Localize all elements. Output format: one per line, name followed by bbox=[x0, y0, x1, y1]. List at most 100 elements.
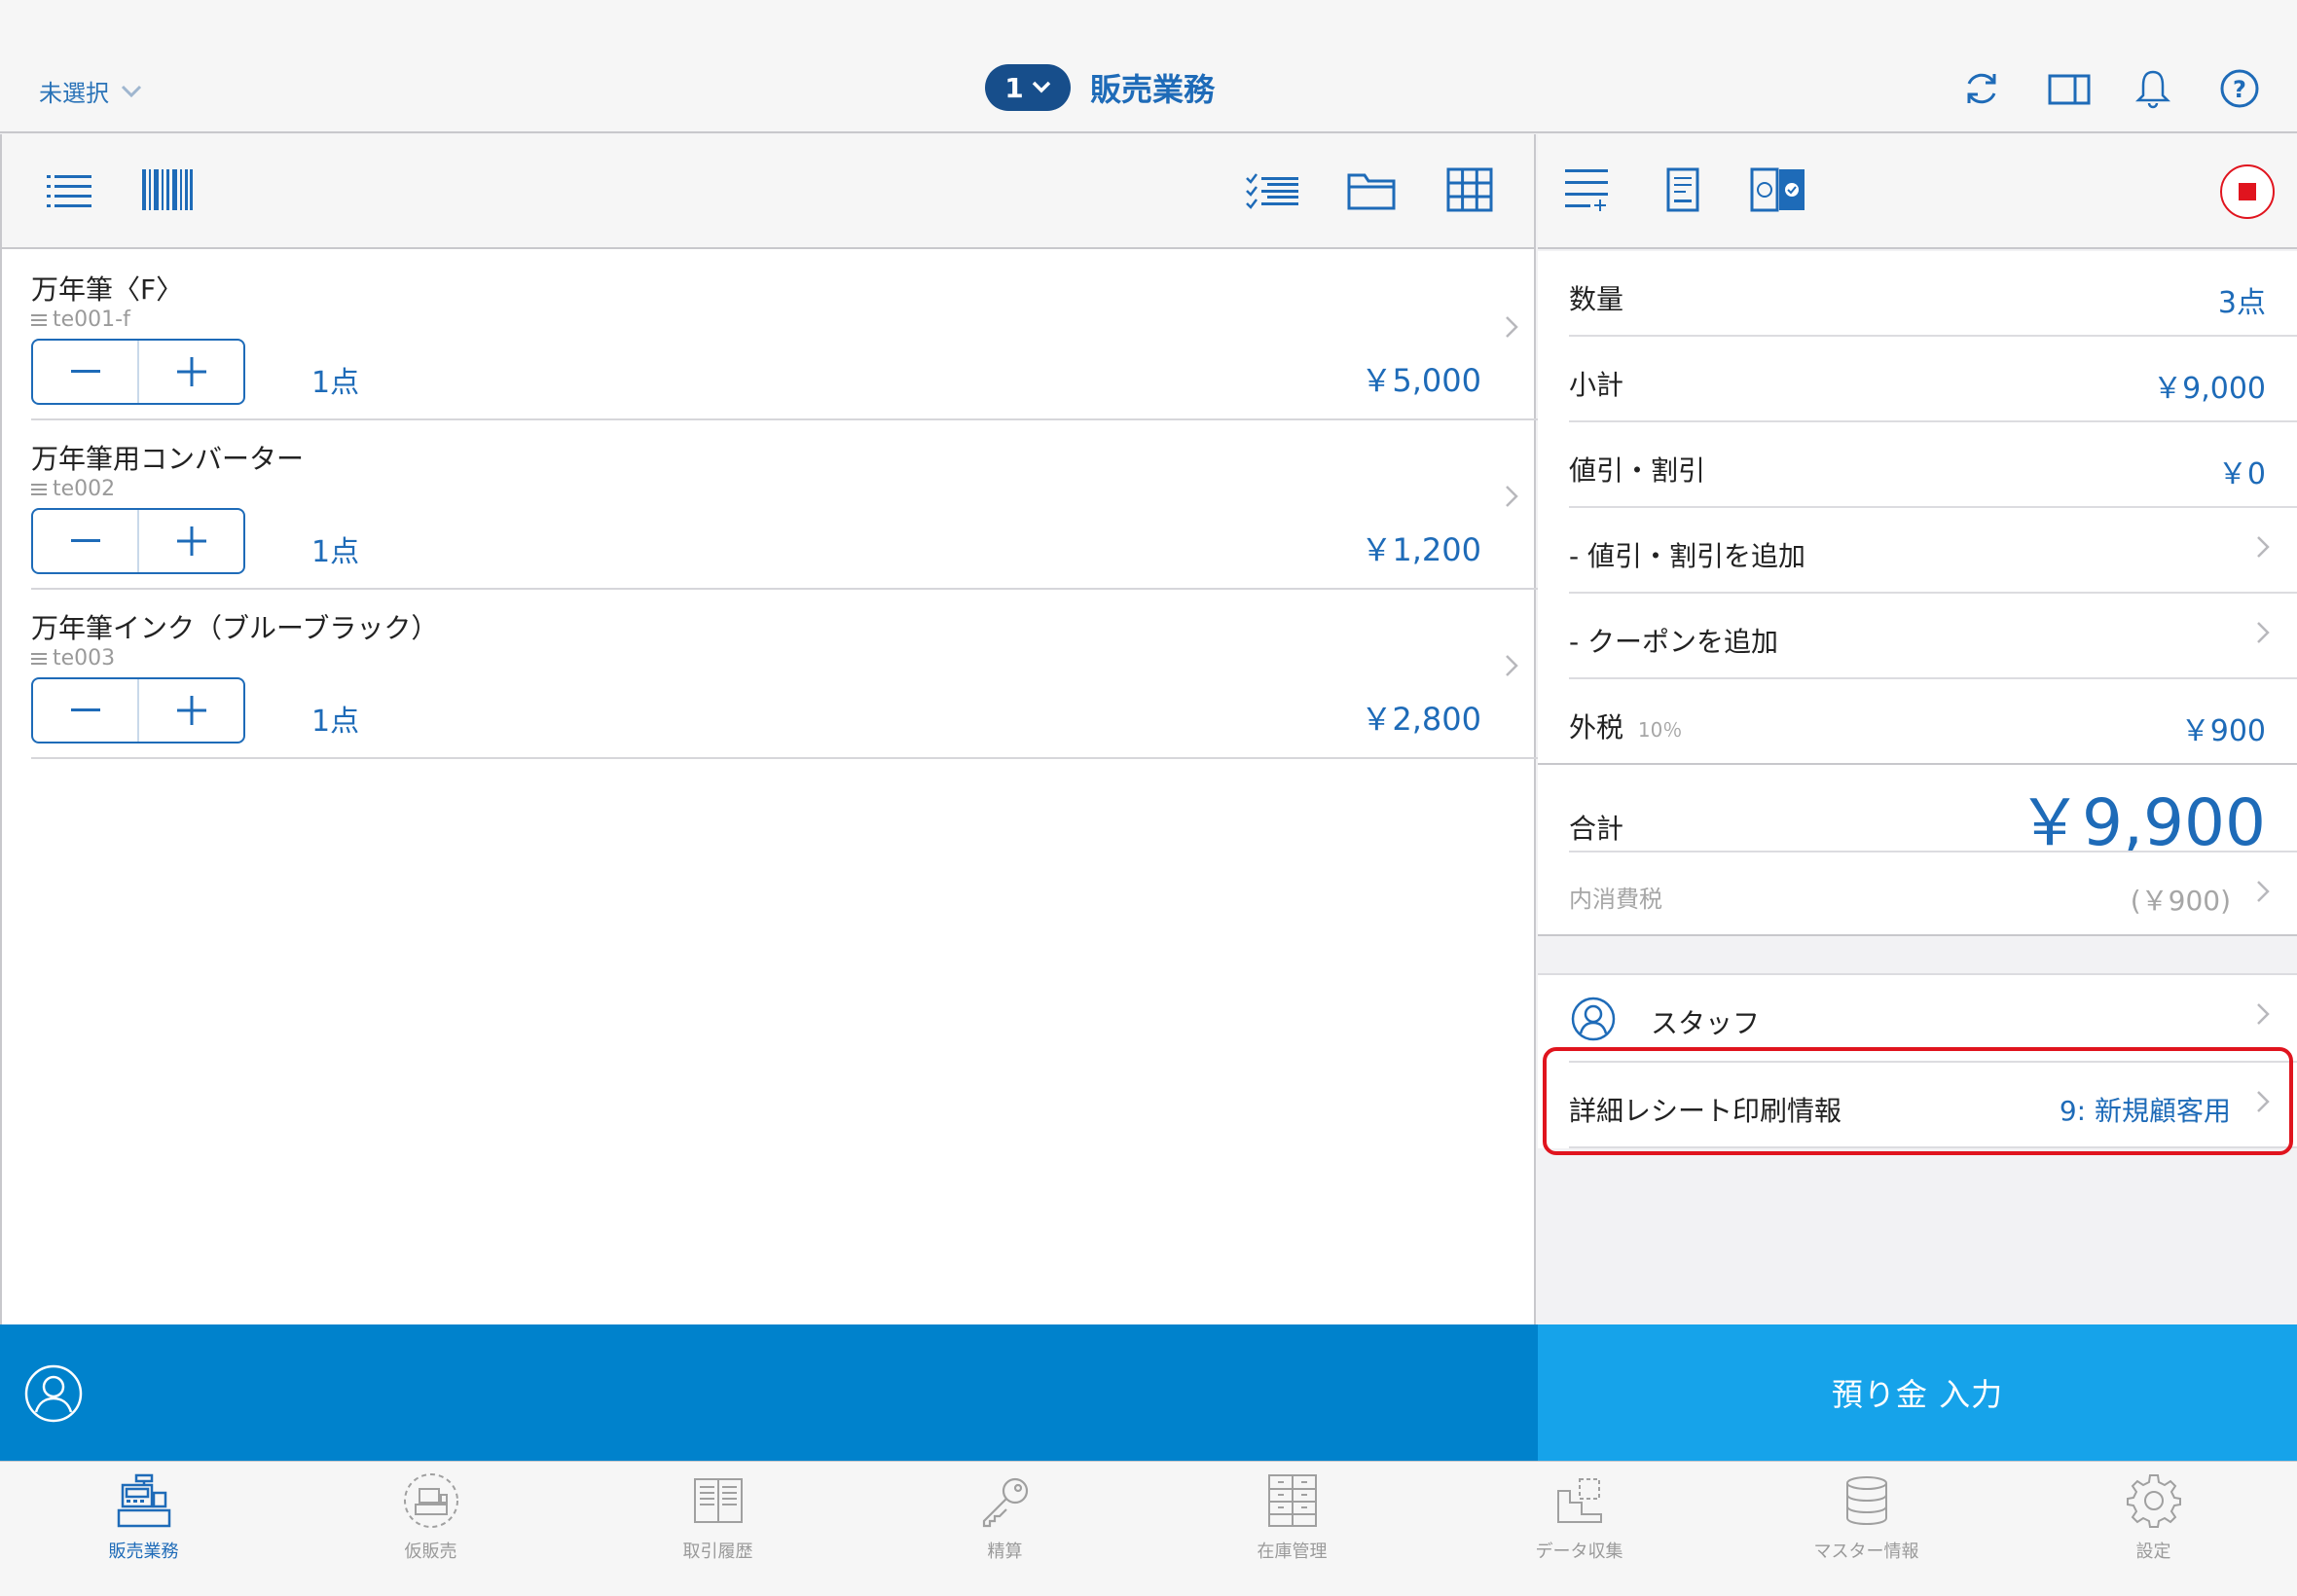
chevron-right-icon bbox=[1505, 654, 1518, 677]
plus-icon bbox=[176, 696, 206, 725]
receipt-edit-icon[interactable] bbox=[1664, 167, 1701, 212]
item-price: ￥5,000 bbox=[1361, 362, 1481, 399]
item-code: te002 bbox=[31, 477, 115, 501]
bell-icon[interactable] bbox=[2133, 68, 2172, 109]
grid-view-icon[interactable] bbox=[1446, 167, 1493, 212]
increment-button[interactable] bbox=[139, 341, 243, 403]
tax-rate: 10％ bbox=[1637, 718, 1683, 742]
top-bar: 未選択 1 販売業務 ? bbox=[0, 0, 2297, 133]
tab-master-info[interactable]: マスター情報 bbox=[1723, 1462, 2010, 1596]
chevron-right-icon bbox=[2256, 535, 2270, 559]
barcode-icon[interactable] bbox=[142, 169, 193, 210]
item-price: ￥1,200 bbox=[1361, 531, 1481, 568]
highlight-box bbox=[1543, 1047, 2293, 1155]
summary-toolbar bbox=[1538, 134, 2297, 249]
list-item[interactable]: 万年筆インク（ブルーブラック） te003 1点 ￥2,800 bbox=[2, 590, 1538, 759]
tax-row: 外税 10％ ￥900 bbox=[1538, 679, 2297, 763]
decrement-button[interactable] bbox=[33, 341, 139, 403]
discount-value: ￥0 bbox=[2217, 457, 2266, 491]
toggle-check-icon[interactable] bbox=[1750, 167, 1806, 212]
add-line-icon[interactable] bbox=[1565, 167, 1610, 212]
subtotal-label: 小計 bbox=[1569, 369, 1624, 401]
checklist-icon[interactable] bbox=[1246, 171, 1298, 210]
register-number: 1 bbox=[1004, 71, 1024, 104]
inventory-icon bbox=[1263, 1471, 1322, 1530]
discount-label: 値引・割引 bbox=[1569, 454, 1706, 487]
folder-icon[interactable] bbox=[1347, 169, 1396, 210]
divider bbox=[31, 757, 1538, 759]
help-icon[interactable]: ? bbox=[2219, 68, 2259, 109]
svg-text:?: ? bbox=[2233, 76, 2246, 103]
item-code: te001-f bbox=[31, 308, 130, 332]
quantity-stepper bbox=[31, 677, 245, 744]
minus-icon bbox=[70, 370, 100, 373]
item-name: 万年筆インク（ブルーブラック） bbox=[31, 612, 439, 644]
increment-button[interactable] bbox=[139, 510, 243, 572]
decrement-button[interactable] bbox=[33, 510, 139, 572]
chevron-down-icon bbox=[121, 85, 142, 98]
selection-dropdown[interactable]: 未選択 bbox=[39, 74, 142, 108]
record-stop-icon[interactable] bbox=[2219, 163, 2276, 220]
split-view-icon[interactable] bbox=[2048, 68, 2091, 109]
increment-button[interactable] bbox=[139, 679, 243, 742]
decrement-button[interactable] bbox=[33, 679, 139, 742]
total-row: 合計 ￥9,900 bbox=[1538, 765, 2297, 860]
item-code-text: te002 bbox=[53, 477, 116, 501]
minus-icon bbox=[70, 708, 100, 711]
tab-sales[interactable]: 販売業務 bbox=[0, 1462, 287, 1596]
register-icon bbox=[115, 1471, 173, 1530]
item-quantity: 1点 bbox=[311, 366, 360, 400]
add-coupon-label: - クーポンを追加 bbox=[1569, 626, 1779, 658]
customer-bar bbox=[0, 1324, 1538, 1461]
key-icon bbox=[976, 1471, 1035, 1530]
tax-value: ￥900 bbox=[2180, 714, 2266, 748]
add-coupon-row[interactable]: - クーポンを追加 bbox=[1538, 594, 2297, 679]
tab-history[interactable]: 取引履歴 bbox=[574, 1462, 861, 1596]
sync-icon[interactable] bbox=[1962, 68, 2001, 109]
item-code-text: te003 bbox=[53, 646, 116, 671]
subtotal-row: 小計 ￥9,000 bbox=[1538, 337, 2297, 422]
page-title: 販売業務 bbox=[1090, 71, 1216, 108]
discount-row: 値引・割引 ￥0 bbox=[1538, 422, 2297, 508]
tab-label: マスター情報 bbox=[1813, 1542, 1919, 1562]
chevron-down-icon bbox=[1032, 81, 1051, 94]
database-icon bbox=[1838, 1471, 1896, 1530]
item-code-text: te001-f bbox=[53, 308, 130, 332]
deposit-input-button[interactable]: 預り金 入力 bbox=[1538, 1324, 2297, 1461]
tab-temp-sale[interactable]: 仮販売 bbox=[287, 1462, 574, 1596]
subtotal-value: ￥9,000 bbox=[2153, 372, 2266, 406]
list-item[interactable]: 万年筆〈F〉 te001-f 1点 ￥5,000 bbox=[2, 251, 1538, 420]
staff-icon bbox=[1571, 997, 1616, 1041]
tax-label: 外税 bbox=[1569, 711, 1624, 744]
tab-inventory[interactable]: 在庫管理 bbox=[1148, 1462, 1436, 1596]
chevron-right-icon bbox=[1505, 315, 1518, 339]
tab-label: データ収集 bbox=[1535, 1542, 1623, 1562]
tab-label: 取引履歴 bbox=[682, 1542, 753, 1562]
add-discount-row[interactable]: - 値引・割引を追加 bbox=[1538, 508, 2297, 594]
total-label: 合計 bbox=[1569, 813, 1624, 845]
tax-label-group: 外税 10％ bbox=[1569, 707, 1682, 745]
register-selector[interactable]: 1 bbox=[985, 64, 1071, 111]
inner-tax-row[interactable]: 内消費税 (￥900) bbox=[1538, 852, 2297, 934]
selection-label: 未選択 bbox=[39, 80, 109, 107]
temp-sale-icon bbox=[402, 1471, 460, 1530]
item-code: te003 bbox=[31, 646, 115, 671]
item-toolbar bbox=[2, 134, 1534, 249]
plus-icon bbox=[176, 526, 206, 556]
customer-icon[interactable] bbox=[23, 1363, 84, 1424]
chevron-right-icon bbox=[1505, 485, 1518, 508]
quantity-label: 数量 bbox=[1569, 283, 1624, 315]
staff-label: スタッフ bbox=[1651, 1007, 1761, 1039]
chevron-right-icon bbox=[2256, 1002, 2270, 1026]
tab-settings[interactable]: 設定 bbox=[2010, 1462, 2297, 1596]
tab-data-collection[interactable]: データ収集 bbox=[1436, 1462, 1723, 1596]
list-view-icon[interactable] bbox=[47, 171, 91, 210]
tab-settlement[interactable]: 精算 bbox=[861, 1462, 1148, 1596]
tab-bar: 販売業務 仮販売 取引履歴 精算 在庫管理 データ収集 マスター情報 設定 bbox=[0, 1461, 2297, 1596]
menu-lines-icon bbox=[31, 483, 47, 495]
list-item[interactable]: 万年筆用コンバーター te002 1点 ￥1,200 bbox=[2, 420, 1538, 590]
tab-label: 販売業務 bbox=[108, 1542, 179, 1562]
divider bbox=[1538, 934, 2297, 936]
item-quantity: 1点 bbox=[311, 535, 360, 569]
add-discount-label: - 値引・割引を追加 bbox=[1569, 540, 1806, 572]
